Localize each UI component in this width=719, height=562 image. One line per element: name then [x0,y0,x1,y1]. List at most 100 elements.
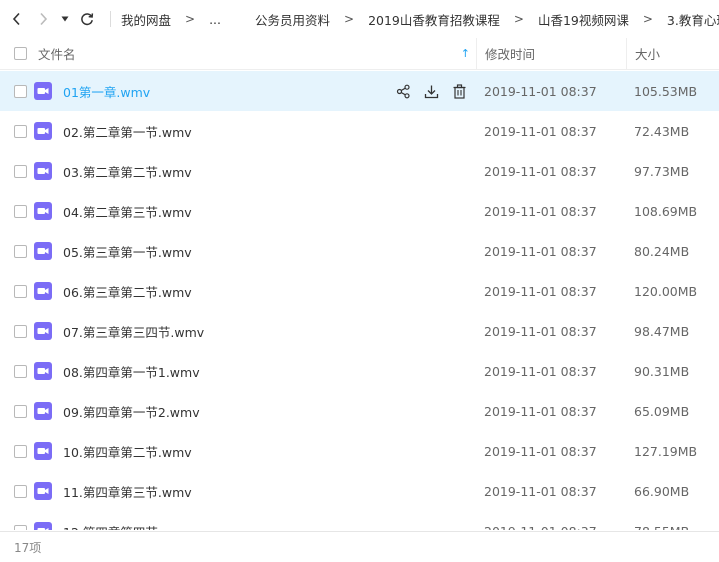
table-row[interactable]: 06.第三章第二节.wmv 2019-11-01 08:37 120.00MB [0,271,719,311]
video-file-icon [34,282,52,300]
row-check-cell [0,524,38,530]
file-modified-time: 2019-11-01 08:37 [484,123,597,139]
row-check-cell [0,324,38,338]
row-checkbox[interactable] [13,204,27,218]
file-name[interactable]: 01第一章.wmv [63,82,150,101]
delete-button[interactable] [450,82,468,100]
table-row[interactable]: 01第一章.wmv 2019-11-01 08:37 105.53MB [0,71,719,111]
table-row[interactable]: 12.第四章第四节.wmv 2019-11-01 08:3778.55MB [0,511,719,530]
refresh-button[interactable] [76,0,98,38]
file-name[interactable]: 02.第二章第一节.wmv [63,122,192,141]
file-name[interactable]: 04.第二章第三节.wmv [63,202,192,221]
breadcrumb-separator: > [642,12,653,26]
file-name-cell: 05.第三章第一节.wmv [34,242,476,261]
video-file-icon [34,82,52,100]
video-file-icon [34,162,52,180]
back-button[interactable] [6,0,28,38]
table-row[interactable]: 09.第四章第一节2.wmv 2019-11-01 08:37 65.09MB [0,391,719,431]
file-name[interactable]: 10.第四章第二节.wmv [63,442,192,461]
file-size: 97.73MB [634,163,690,179]
breadcrumb-item-current-folder[interactable]: 3.教育心理学 [667,10,719,29]
row-checkbox[interactable] [13,284,27,298]
file-name[interactable]: 08.第四章第一节1.wmv [63,362,200,381]
row-checkbox[interactable] [13,484,27,498]
table-row[interactable]: 05.第三章第一节.wmv 2019-11-01 08:37 80.24MB [0,231,719,271]
table-row[interactable]: 02.第二章第一节.wmv 2019-11-01 08:37 72.43MB [0,111,719,151]
caret-down-icon [61,16,69,22]
column-header-size[interactable]: 大小 [626,37,719,70]
file-modified-time: 2019-11-01 08:37 [484,483,597,499]
file-name-cell: 01第一章.wmv [34,82,476,101]
file-name[interactable]: 11.第四章第三节.wmv [63,482,192,501]
file-name[interactable]: 05.第三章第一节.wmv [63,242,192,261]
navigation-bar: 我的网盘 > ... 公务员用资料 > 2019山香教育招教课程 > 山香19视… [0,0,719,38]
video-file-icon [34,322,52,340]
file-size: 65.09MB [634,403,690,419]
breadcrumb-separator: > [344,12,355,26]
column-header-time-label: 修改时间 [485,47,536,62]
share-button[interactable] [394,82,412,100]
forward-button[interactable] [32,0,54,38]
row-checkbox[interactable] [13,164,27,178]
row-checkbox[interactable] [13,444,27,458]
file-size: 78.55MB [626,524,719,531]
file-name[interactable]: 07.第三章第三四节.wmv [63,322,204,341]
file-name[interactable]: 12.第四章第四节.wmv [63,522,192,531]
row-checkbox[interactable] [13,524,27,530]
row-checkbox[interactable] [13,324,27,338]
file-name[interactable]: 03.第二章第二节.wmv [63,162,192,181]
file-size: 90.31MB [634,363,690,379]
file-list-header: 文件名 ↑ 修改时间 大小 [0,37,719,70]
table-row[interactable]: 11.第四章第三节.wmv 2019-11-01 08:37 66.90MB [0,471,719,511]
chevron-right-icon [40,12,48,26]
file-name-cell: 02.第二章第一节.wmv [34,122,476,141]
table-row[interactable]: 08.第四章第一节1.wmv 2019-11-01 08:37 90.31MB [0,351,719,391]
column-header-modified-time[interactable]: 修改时间 [476,37,626,70]
row-checkbox[interactable] [13,244,27,258]
file-size: 80.24MB [634,243,690,259]
history-dropdown-button[interactable] [58,0,72,38]
file-name[interactable]: 06.第三章第二节.wmv [63,282,192,301]
row-check-cell [0,284,38,298]
breadcrumb-item-course[interactable]: 2019山香教育招教课程 [368,10,500,29]
table-row[interactable]: 04.第二章第三节.wmv 2019-11-01 08:37 108.69MB [0,191,719,231]
row-checkbox[interactable] [13,84,27,98]
file-size: 105.53MB [634,83,698,99]
row-check-cell [0,404,38,418]
row-check-cell [0,244,38,258]
file-name-cell: 04.第二章第三节.wmv [34,202,476,221]
item-count: 17项 [14,540,42,555]
row-check-cell [0,204,38,218]
file-modified-time: 2019-11-01 08:37 [484,443,597,459]
column-header-name-label: 文件名 [38,47,76,62]
select-all-checkbox[interactable] [13,47,27,60]
breadcrumb-separator: > [185,12,196,26]
file-modified-time: 2019-11-01 08:37 [484,363,597,379]
sort-ascending-icon: ↑ [460,47,470,60]
download-button[interactable] [422,82,440,100]
breadcrumb-item-ellipsis[interactable]: ... [209,12,221,27]
breadcrumb-item-video-course[interactable]: 山香19视频网课 [538,10,629,29]
table-row[interactable]: 07.第三章第三四节.wmv 2019-11-01 08:37 98.47MB [0,311,719,351]
file-list: 01第一章.wmv 2019-11-01 08:37 105.53MB 02.第二章第… [0,71,719,530]
file-name[interactable]: 09.第四章第一节2.wmv [63,402,200,421]
row-checkbox[interactable] [13,364,27,378]
video-file-icon [34,522,52,530]
file-modified-time: 2019-11-01 08:37 [484,83,597,99]
status-bar: 17项 [0,531,719,562]
column-header-name[interactable]: 文件名 ↑ [38,38,476,70]
row-checkbox[interactable] [13,404,27,418]
row-checkbox[interactable] [13,124,27,138]
breadcrumb-item-root[interactable]: 我的网盘 [121,10,171,29]
table-row[interactable]: 03.第二章第二节.wmv 2019-11-01 08:37 97.73MB [0,151,719,191]
row-actions [394,82,468,100]
share-icon [396,84,410,98]
breadcrumb-item-civil-service[interactable]: 公务员用资料 [255,10,330,29]
file-size: 127.19MB [634,443,698,459]
file-name-cell: 11.第四章第三节.wmv [34,482,476,501]
video-file-icon [34,242,52,260]
row-check-cell [0,484,38,498]
row-check-cell [0,124,38,138]
file-name-cell: 12.第四章第四节.wmv [34,522,476,531]
table-row[interactable]: 10.第四章第二节.wmv 2019-11-01 08:37 127.19MB [0,431,719,471]
